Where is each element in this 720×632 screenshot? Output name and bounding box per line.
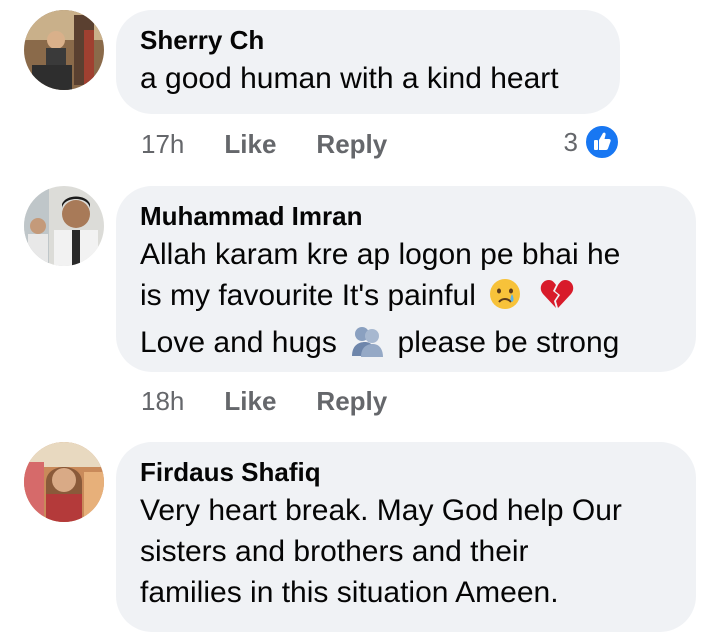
comment-text: Allah karam kre ap logon pe bhai he is m… xyxy=(140,234,670,369)
avatar[interactable] xyxy=(24,10,104,90)
comment-author[interactable]: Muhammad Imran xyxy=(140,200,670,232)
comment-text: a good human with a kind heart xyxy=(140,62,559,95)
people-hugging-icon xyxy=(349,324,385,369)
like-button[interactable]: Like xyxy=(224,386,276,417)
comment-text-segment: please be strong xyxy=(397,326,620,359)
comment-bubble: Muhammad Imran Allah karam kre ap logon … xyxy=(116,186,696,372)
avatar[interactable] xyxy=(24,442,104,522)
comment-time[interactable]: 18h xyxy=(141,386,184,417)
comment-text-line: families in this situation Ameen. xyxy=(140,576,559,609)
reply-button[interactable]: Reply xyxy=(316,129,387,160)
comment-text-segment: is my favourite It's painful xyxy=(140,279,476,312)
avatar[interactable] xyxy=(24,186,104,266)
comment-text-line: sisters and brothers and their xyxy=(140,535,529,568)
comment-text-line: Allah karam kre ap logon pe bhai he xyxy=(140,238,621,271)
reply-button[interactable]: Reply xyxy=(316,386,387,417)
comment-text-segment: Love and hugs xyxy=(140,326,337,359)
thumbs-up-icon xyxy=(584,124,620,160)
comment-time[interactable]: 17h xyxy=(141,129,184,160)
comment-author[interactable]: Firdaus Shafiq xyxy=(140,456,670,488)
comment-text: Very heart break. May God help Our siste… xyxy=(140,490,670,613)
like-button[interactable]: Like xyxy=(224,129,276,160)
broken-heart-icon xyxy=(539,277,575,322)
comment-bubble: Firdaus Shafiq Very heart break. May God… xyxy=(116,442,696,632)
comment-actions: 17h Like Reply xyxy=(141,126,427,162)
comment-bubble: Sherry Ch a good human with a kind heart xyxy=(116,10,620,114)
comment-actions: 18h Like Reply xyxy=(141,383,427,419)
comment-text-line: Love and hugs please be strong xyxy=(140,322,670,369)
comment-author[interactable]: Sherry Ch xyxy=(140,24,594,56)
comment-text-line: Very heart break. May God help Our xyxy=(140,494,622,527)
crying-face-icon xyxy=(488,277,522,322)
comment-text-line: is my favourite It's painful xyxy=(140,275,670,322)
reaction-summary[interactable]: 3 xyxy=(564,124,620,160)
reaction-count: 3 xyxy=(563,126,578,157)
